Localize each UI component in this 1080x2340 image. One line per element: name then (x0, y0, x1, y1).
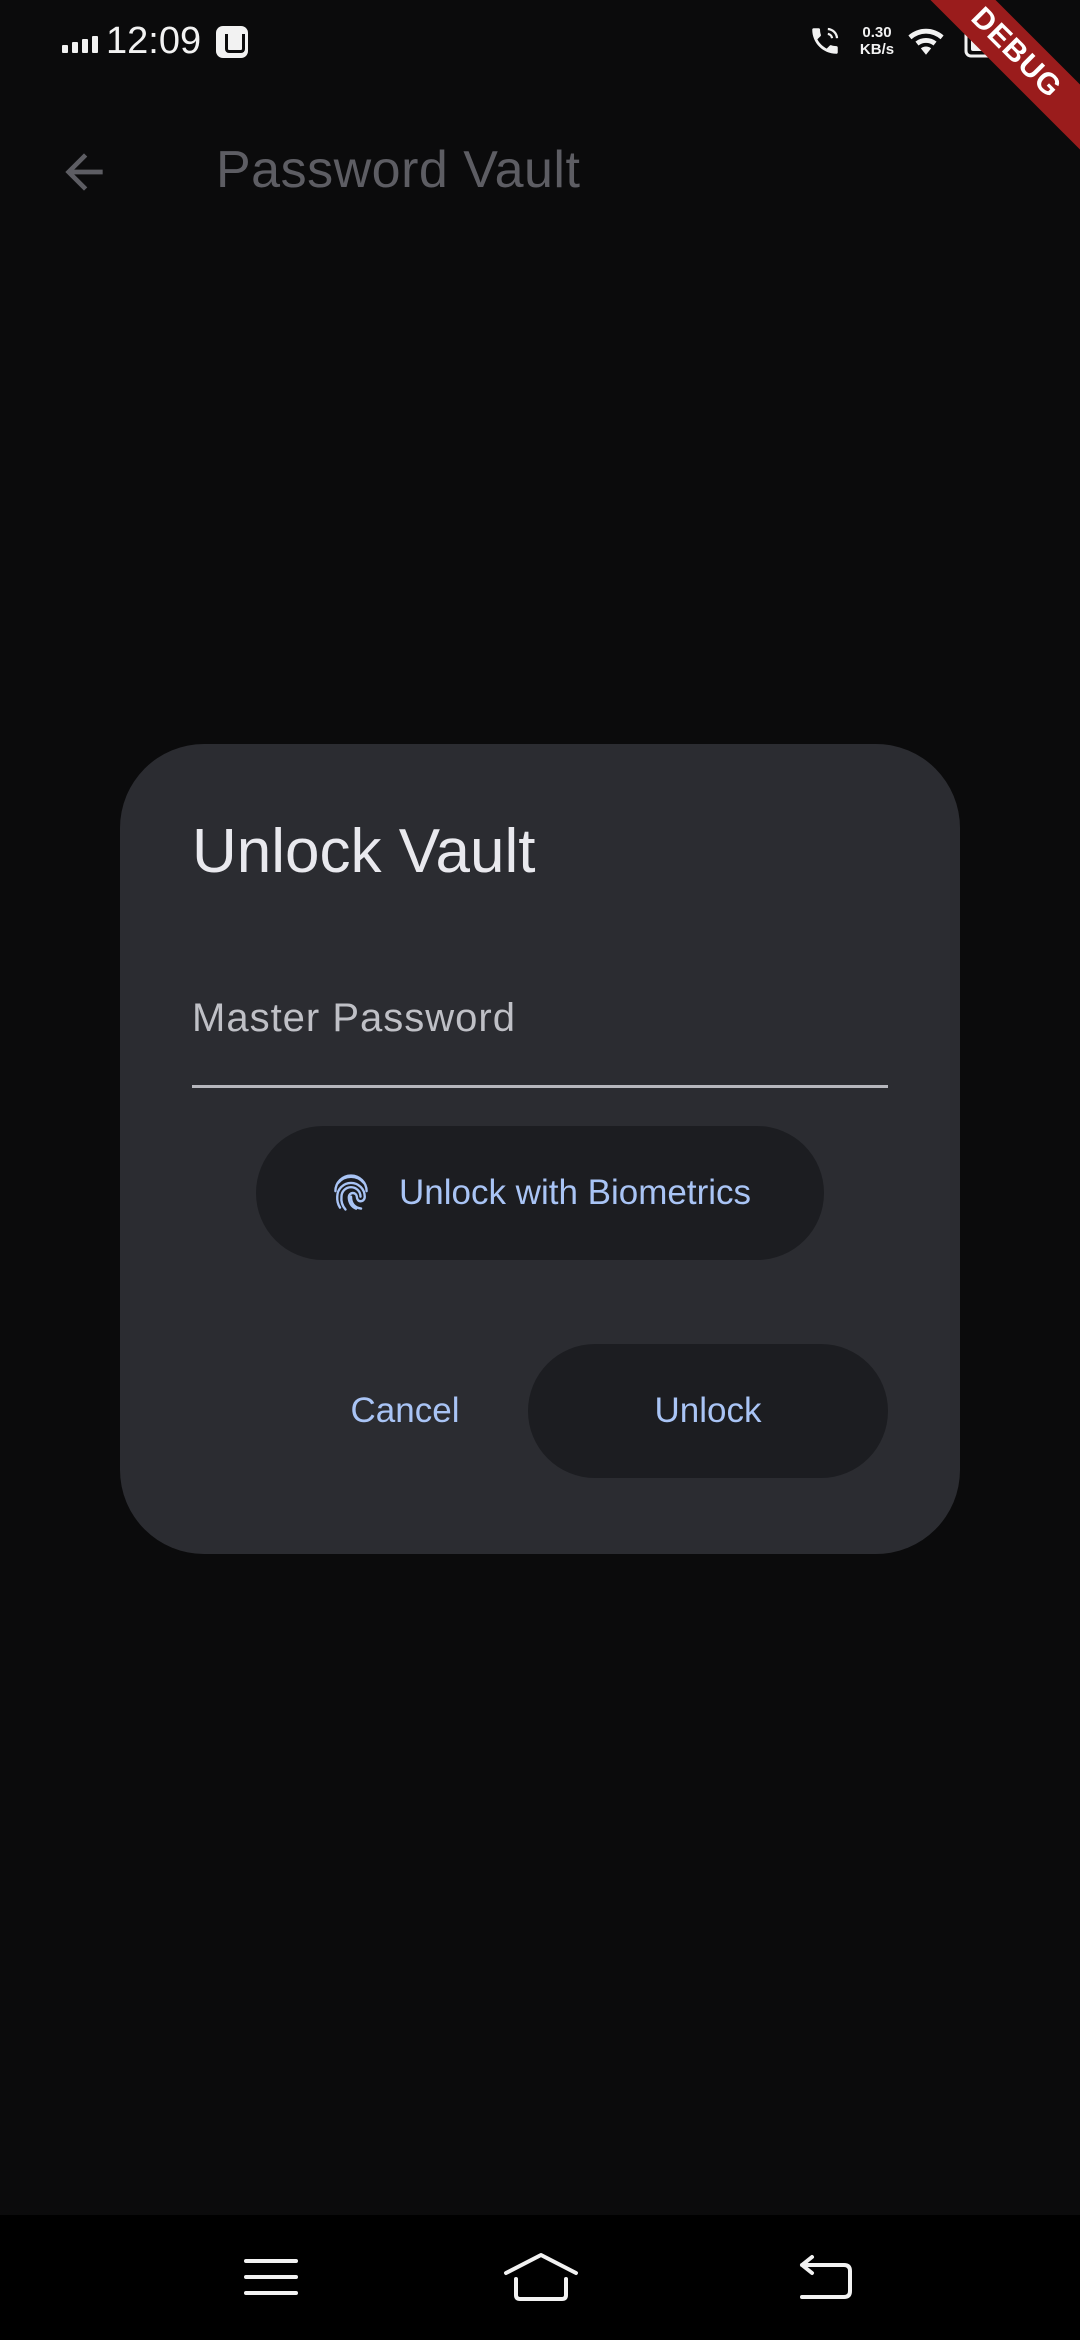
home-icon (504, 2253, 578, 2301)
cancel-button[interactable]: Cancel (300, 1344, 510, 1478)
unlock-biometrics-button[interactable]: Unlock with Biometrics (256, 1126, 824, 1260)
dialog-title: Unlock Vault (192, 817, 536, 886)
master-password-field[interactable]: Master Password (192, 978, 888, 1088)
back-icon (800, 2255, 852, 2299)
system-nav-bar (0, 2215, 1080, 2340)
nav-home-button[interactable] (501, 2245, 581, 2309)
unlock-dialog: Unlock Vault Master Password Unlock with… (120, 744, 960, 1554)
fingerprint-icon (334, 1174, 368, 1211)
master-password-placeholder: Master Password (192, 996, 516, 1040)
nav-back-button[interactable] (784, 2245, 864, 2309)
unlock-label: Unlock (654, 1391, 762, 1430)
nav-menu-button[interactable] (231, 2245, 311, 2309)
unlock-button[interactable]: Unlock (528, 1344, 888, 1478)
menu-icon (244, 2259, 298, 2295)
cancel-label: Cancel (350, 1391, 460, 1430)
unlock-biometrics-label: Unlock with Biometrics (398, 1173, 752, 1212)
